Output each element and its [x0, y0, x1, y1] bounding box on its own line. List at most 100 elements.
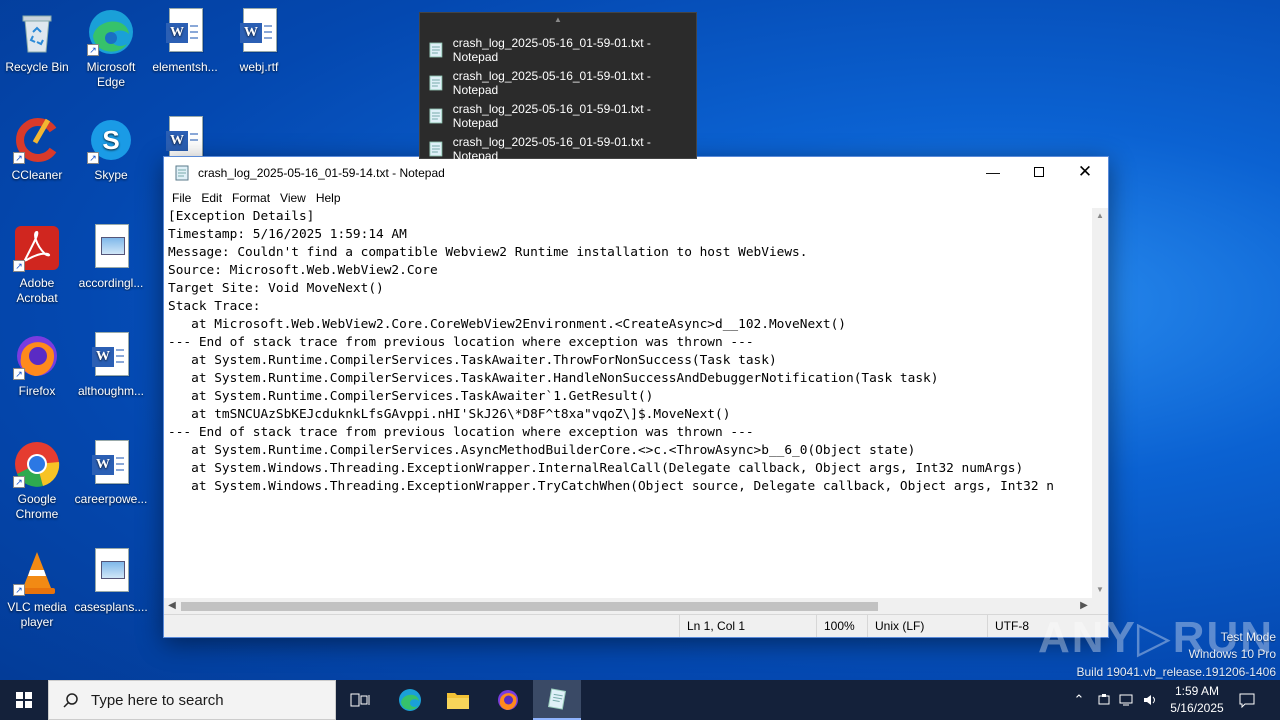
- watermark-build: Build 19041.vb_release.191206-1406: [1076, 665, 1277, 679]
- text-editor[interactable]: [Exception Details] Timestamp: 5/16/2025 …: [164, 208, 1092, 598]
- window-list-item-label: crash_log_2025-05-16_01-59-01.txt - Note…: [452, 134, 651, 163]
- shortcut-arrow-icon: ↗: [87, 152, 99, 164]
- desktop-icon-careerpowe[interactable]: W careerpowe...: [74, 440, 148, 507]
- close-button[interactable]: ✕: [1062, 157, 1108, 187]
- horizontal-scrollbar[interactable]: ◀ ▶: [164, 598, 1092, 614]
- watermark-test-mode: Test Mode: [1220, 630, 1276, 644]
- desktop-icon-adobe-acrobat[interactable]: ↗ Adobe Acrobat: [0, 224, 74, 306]
- maximize-button[interactable]: [1016, 157, 1062, 187]
- desktop-icon-webj[interactable]: W webj.rtf: [222, 8, 296, 75]
- tray-overflow-button[interactable]: ⌃: [1068, 680, 1090, 720]
- desktop-icon-label: elementsh...: [152, 60, 218, 74]
- text-line: at System.Windows.Threading.ExceptionWra…: [168, 479, 1055, 494]
- folder-icon: [447, 693, 469, 709]
- desktop-icon-label: Recycle Bin: [5, 60, 69, 74]
- search-placeholder: Type here to search: [91, 691, 224, 709]
- status-position: Ln 1, Col 1: [679, 615, 815, 637]
- taskbar-window-list: ▲ crash_log_2025-05-16_01-59-01.txt - No…: [419, 12, 697, 163]
- notepad-icon: [429, 141, 443, 156]
- taskbar-firefox[interactable]: [484, 680, 532, 720]
- menu-edit[interactable]: Edit: [197, 191, 228, 205]
- shortcut-arrow-icon: ↗: [87, 44, 99, 56]
- menu-file[interactable]: File: [168, 191, 197, 205]
- menu-help[interactable]: Help: [312, 191, 347, 205]
- desktop-icon-google-chrome[interactable]: ↗ Google Chrome: [0, 440, 74, 522]
- desktop-icon-casesplans[interactable]: casesplans....: [74, 548, 148, 615]
- text-line: Timestamp: 5/16/2025 1:59:14 AM: [168, 227, 407, 242]
- notepad-icon: [429, 75, 443, 90]
- window-list-item[interactable]: crash_log_2025-05-16_01-59-01.txt - Note…: [420, 33, 696, 66]
- taskbar-edge[interactable]: [386, 680, 434, 720]
- task-view-icon: [350, 693, 370, 707]
- taskbar-search[interactable]: Type here to search: [48, 680, 336, 720]
- taskbar-clock[interactable]: 1:59 AM 5/16/2025: [1160, 680, 1234, 720]
- chevron-up-icon: ⌃: [1073, 692, 1085, 707]
- vlc-icon: ↗: [13, 548, 61, 596]
- text-line: --- End of stack trace from previous loc…: [168, 425, 754, 440]
- desktop-icon-skype[interactable]: S ↗ Skype: [74, 116, 148, 183]
- minimize-button[interactable]: —: [970, 157, 1016, 187]
- desktop-icon-althoughm[interactable]: W althoughm...: [74, 332, 148, 399]
- start-button[interactable]: [0, 680, 48, 720]
- text-line: at System.Runtime.CompilerServices.TaskA…: [168, 389, 654, 404]
- desktop-icon-label: careerpowe...: [74, 492, 148, 506]
- desktop-icon-label: webj.rtf: [239, 60, 279, 74]
- desktop-icon-ccleaner[interactable]: ↗ CCleaner: [0, 116, 74, 183]
- menu-format[interactable]: Format: [228, 191, 276, 205]
- tray-network[interactable]: [1116, 680, 1138, 720]
- taskbar-file-explorer[interactable]: [434, 680, 482, 720]
- window-list-item[interactable]: crash_log_2025-05-16_01-59-01.txt - Note…: [420, 66, 696, 99]
- desktop-icon-firefox[interactable]: ↗ Firefox: [0, 332, 74, 399]
- notepad-window: crash_log_2025-05-16_01-59-14.txt - Note…: [163, 156, 1109, 638]
- word-doc-icon: W: [235, 8, 283, 56]
- desktop-icon-recycle-bin[interactable]: Recycle Bin: [0, 8, 74, 75]
- word-doc-icon: W: [87, 332, 135, 380]
- watermark-edition: Windows 10 Pro: [1188, 647, 1276, 661]
- image-file-icon: [87, 548, 135, 596]
- shortcut-arrow-icon: ↗: [13, 152, 25, 164]
- maximize-icon: [1034, 167, 1044, 177]
- shortcut-arrow-icon: ↗: [13, 476, 25, 488]
- desktop-icon-microsoft-edge[interactable]: ↗ Microsoft Edge: [74, 8, 148, 90]
- vertical-scrollbar[interactable]: ▲ ▼: [1092, 208, 1108, 598]
- window-list-item-label: crash_log_2025-05-16_01-59-01.txt - Note…: [452, 35, 651, 64]
- desktop-icon-label: Adobe Acrobat: [16, 276, 58, 305]
- desktop-icon-label: casesplans....: [74, 600, 148, 614]
- clock-date: 5/16/2025: [1170, 701, 1224, 715]
- desktop-icon-accordingl[interactable]: accordingl...: [74, 224, 148, 291]
- notepad-icon: [547, 688, 567, 710]
- tray-device[interactable]: [1094, 680, 1114, 720]
- ccleaner-icon: ↗: [13, 116, 61, 164]
- menu-view[interactable]: View: [276, 191, 312, 205]
- skype-icon: S ↗: [87, 116, 135, 164]
- text-line: [Exception Details]: [168, 209, 315, 224]
- horizontal-scroll-thumb[interactable]: [181, 602, 878, 611]
- action-center-button[interactable]: [1234, 680, 1260, 720]
- desktop-icon-label: CCleaner: [11, 168, 63, 182]
- notepad-icon: [429, 42, 443, 57]
- tray-volume[interactable]: [1140, 680, 1162, 720]
- chrome-icon: ↗: [13, 440, 61, 488]
- status-zoom: 100%: [816, 615, 866, 637]
- shortcut-arrow-icon: ↗: [13, 260, 25, 272]
- scroll-up-icon[interactable]: ▲: [1092, 208, 1108, 224]
- notification-icon: [1239, 693, 1255, 708]
- task-view-button[interactable]: [336, 680, 384, 720]
- close-icon: ✕: [1077, 162, 1093, 181]
- window-list-item[interactable]: crash_log_2025-05-16_01-59-01.txt - Note…: [420, 99, 696, 132]
- text-line: Message: Couldn't find a compatible Webv…: [168, 245, 808, 260]
- text-line: at tmSNCUAzSbKEJcduknkLfsGAvppi.nHI'SkJ2…: [168, 407, 731, 422]
- status-line-ending: Unix (LF): [867, 615, 987, 637]
- recycle-bin-icon: [13, 8, 61, 56]
- scroll-down-icon[interactable]: ▼: [1092, 582, 1108, 598]
- firefox-icon: [498, 690, 518, 710]
- desktop-icon-vlc[interactable]: ↗ VLC media player: [0, 548, 74, 630]
- scroll-left-icon[interactable]: ◀: [164, 598, 180, 614]
- text-line: at System.Runtime.CompilerServices.Async…: [168, 443, 916, 458]
- taskbar-notepad[interactable]: [533, 680, 581, 720]
- text-line: Stack Trace:: [168, 299, 261, 314]
- desktop-icon-elementsh[interactable]: W elementsh...: [148, 8, 222, 75]
- window-list-item[interactable]: crash_log_2025-05-16_01-59-01.txt - Note…: [420, 132, 696, 165]
- word-doc-icon: W: [87, 440, 135, 488]
- desktop-icon-label: accordingl...: [78, 276, 144, 290]
